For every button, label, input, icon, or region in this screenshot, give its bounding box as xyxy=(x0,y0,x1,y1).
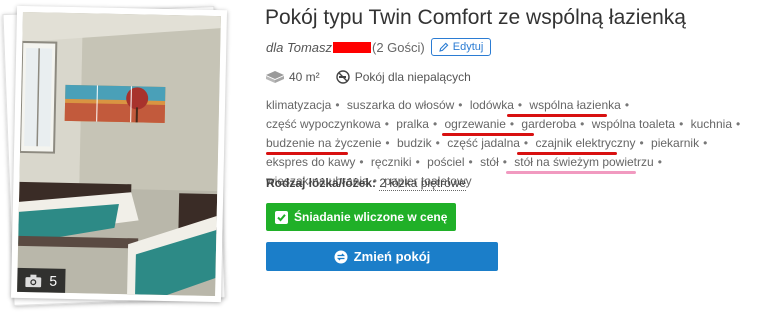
non-smoking-label: Pokój dla niepalących xyxy=(354,70,471,84)
annotation-underline-czesc-jadalna xyxy=(266,152,348,155)
amenity-item: lodówka xyxy=(469,98,514,112)
check-icon xyxy=(275,210,288,224)
amenity-item: kuchnia xyxy=(690,117,732,131)
room-area-value: 40 m² xyxy=(289,70,320,84)
amenity-item: klimatyzacja xyxy=(266,98,332,112)
amenity-separator: • xyxy=(435,136,440,150)
amenity-item: piekarnik xyxy=(651,136,700,150)
amenity-separator: • xyxy=(517,98,523,112)
amenity-separator: • xyxy=(639,136,644,150)
edit-label: Edytuj xyxy=(452,41,484,53)
bed-type: Rodzaj łóżka/łóżek: 2 łóżka piętrowe xyxy=(266,176,467,191)
annotation-underline-ekspres-do-kawy xyxy=(517,152,617,155)
amenity-separator: • xyxy=(624,98,630,112)
amenity-separator: • xyxy=(509,117,515,131)
amenity-item: wspólna łazienka xyxy=(529,98,621,112)
room-title: Pokój typu Twin Comfort ze wspólną łazie… xyxy=(265,6,686,29)
swap-icon xyxy=(334,250,348,263)
amenity-separator: • xyxy=(458,98,463,112)
edit-button[interactable]: Edytuj xyxy=(430,38,492,56)
amenity-item: stół na świeżym powietrzu xyxy=(514,155,654,169)
amenity-item: ekspres do kawy xyxy=(266,155,356,169)
amenity-separator: • xyxy=(679,117,684,131)
amenity-separator: • xyxy=(432,117,438,131)
amenity-separator: • xyxy=(703,136,708,150)
amenity-separator: • xyxy=(468,155,473,169)
photo-card[interactable]: 5 xyxy=(10,5,228,303)
annotation-underline-wspolna-toaleta xyxy=(442,133,534,136)
breakfast-included-badge: Śniadanie wliczone w cenę xyxy=(266,203,457,231)
amenity-separator: • xyxy=(523,136,529,150)
amenity-item: część wypoczynkowa xyxy=(266,117,381,131)
amenity-separator: • xyxy=(502,155,507,169)
amenity-item: pralka xyxy=(396,117,429,131)
amenity-item: ogrzewanie xyxy=(444,117,506,131)
bed-type-value[interactable]: 2 łóżka piętrowe xyxy=(379,176,467,191)
amenity-separator: • xyxy=(736,117,741,131)
breakfast-label: Śniadanie wliczone w cenę xyxy=(294,210,448,224)
amenity-separator: • xyxy=(335,98,340,112)
amenity-item: ręczniki xyxy=(370,155,412,169)
amenity-item: pościel xyxy=(427,155,465,169)
amenity-separator: • xyxy=(580,117,585,131)
non-smoking: Pokój dla niepalących xyxy=(335,70,471,84)
amenity-separator: • xyxy=(415,155,420,169)
room-area: 40 m² xyxy=(266,70,320,84)
room-meta: 40 m² Pokój dla niepalących xyxy=(266,70,471,84)
photo-stack[interactable]: 5 xyxy=(2,5,228,306)
amenity-separator: • xyxy=(359,155,364,169)
redaction-box xyxy=(333,41,371,53)
amenity-item: wspólna toaleta xyxy=(591,117,676,131)
amenity-item: budzik xyxy=(396,136,432,150)
change-room-button[interactable]: Zmień pokój xyxy=(266,242,498,271)
amenity-item: stół xyxy=(480,155,499,169)
guest-name: dla Tomasz xyxy=(266,39,332,55)
amenity-separator: • xyxy=(385,136,390,150)
guest-count: (2 Gości) xyxy=(372,39,425,55)
annotation-underline-papier-toaletowy xyxy=(506,171,636,174)
guest-line: dla Tomasz (2 Gości) Edytuj xyxy=(266,38,492,56)
room-photo-illustration xyxy=(17,11,221,297)
amenity-separator: • xyxy=(657,155,662,169)
amenity-item: suszarka do włosów xyxy=(346,98,455,112)
camera-icon xyxy=(25,274,42,287)
change-room-label: Zmień pokój xyxy=(353,249,431,264)
area-icon xyxy=(266,71,284,83)
annotation-underline-wspolna-lazienka xyxy=(507,114,607,117)
amenity-item: część jadalna xyxy=(447,136,520,150)
photo-count: 5 xyxy=(49,272,58,289)
amenity-item: garderoba xyxy=(521,117,577,131)
room-photo[interactable] xyxy=(17,11,221,297)
amenity-item: czajnik elektryczny xyxy=(535,136,636,150)
amenity-separator: • xyxy=(384,117,389,131)
pencil-icon xyxy=(438,42,449,52)
bed-type-label: Rodzaj łóżka/łóżek: xyxy=(266,176,377,190)
photo-count-badge[interactable]: 5 xyxy=(17,267,66,293)
amenity-item: budzenie na życzenie xyxy=(266,136,382,150)
no-smoking-icon xyxy=(335,70,350,84)
